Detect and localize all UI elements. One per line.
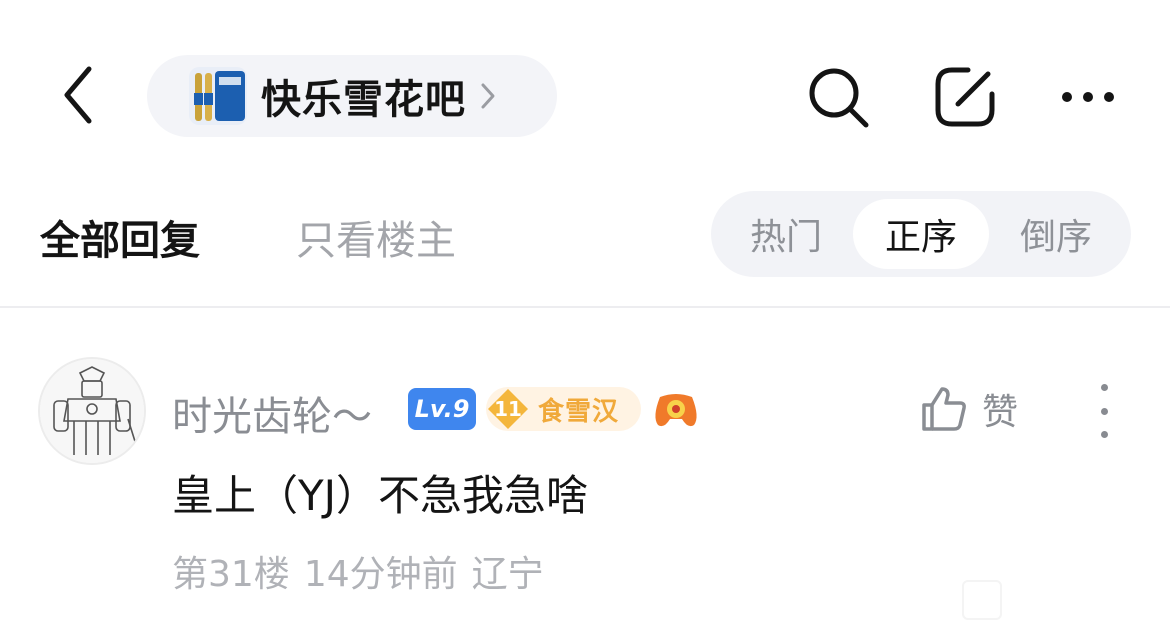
search-button[interactable] [800, 62, 876, 132]
divider [0, 306, 1170, 308]
tab-all-replies[interactable]: 全部回复 [40, 208, 200, 266]
sort-toggle: 热门 正序 倒序 [711, 191, 1131, 277]
search-icon [809, 68, 869, 128]
floor-number: 第31楼 [172, 554, 290, 595]
username[interactable]: 时光齿轮～ [172, 384, 372, 442]
post-time: 14分钟前 [303, 554, 458, 595]
post-more-button[interactable] [1090, 384, 1118, 438]
like-button[interactable]: 赞 [920, 380, 1040, 438]
sort-ascending[interactable]: 正序 [853, 199, 989, 269]
post-content: 皇上（YJ）不急我急啥 [172, 471, 589, 520]
fan-level: 11 [494, 397, 522, 421]
thumbs-up-icon [922, 387, 966, 431]
back-button[interactable] [48, 60, 108, 130]
level-badge: Lv.9 [408, 388, 476, 430]
chevron-left-icon [64, 66, 92, 124]
diamond-icon: 11 [486, 387, 530, 431]
post-meta: 第31楼 14分钟前 辽宁 [172, 545, 558, 597]
sort-descending[interactable]: 倒序 [991, 199, 1121, 269]
more-vertical-icon [1100, 384, 1108, 391]
gamepad-icon [652, 387, 700, 431]
forum-logo [189, 67, 247, 125]
tab-op-only[interactable]: 只看楼主 [296, 208, 456, 266]
robot-avatar-icon [40, 359, 144, 463]
avatar[interactable] [38, 357, 146, 465]
watermark-icon [962, 580, 1002, 620]
like-label: 赞 [982, 392, 1019, 433]
sort-hot[interactable]: 热门 [721, 199, 851, 269]
chevron-right-icon [481, 83, 495, 109]
post-location: 辽宁 [471, 554, 544, 595]
fan-title: 食雪汉 [538, 396, 620, 427]
fan-badge: 11 食雪汉 [486, 387, 641, 431]
more-button[interactable] [1055, 62, 1121, 132]
forum-entry-button[interactable]: 快乐雪花吧 [147, 55, 557, 137]
more-horizontal-icon [1062, 92, 1114, 102]
forum-name: 快乐雪花吧 [261, 77, 466, 123]
edit-icon [935, 67, 995, 127]
edit-button[interactable] [930, 62, 1000, 132]
